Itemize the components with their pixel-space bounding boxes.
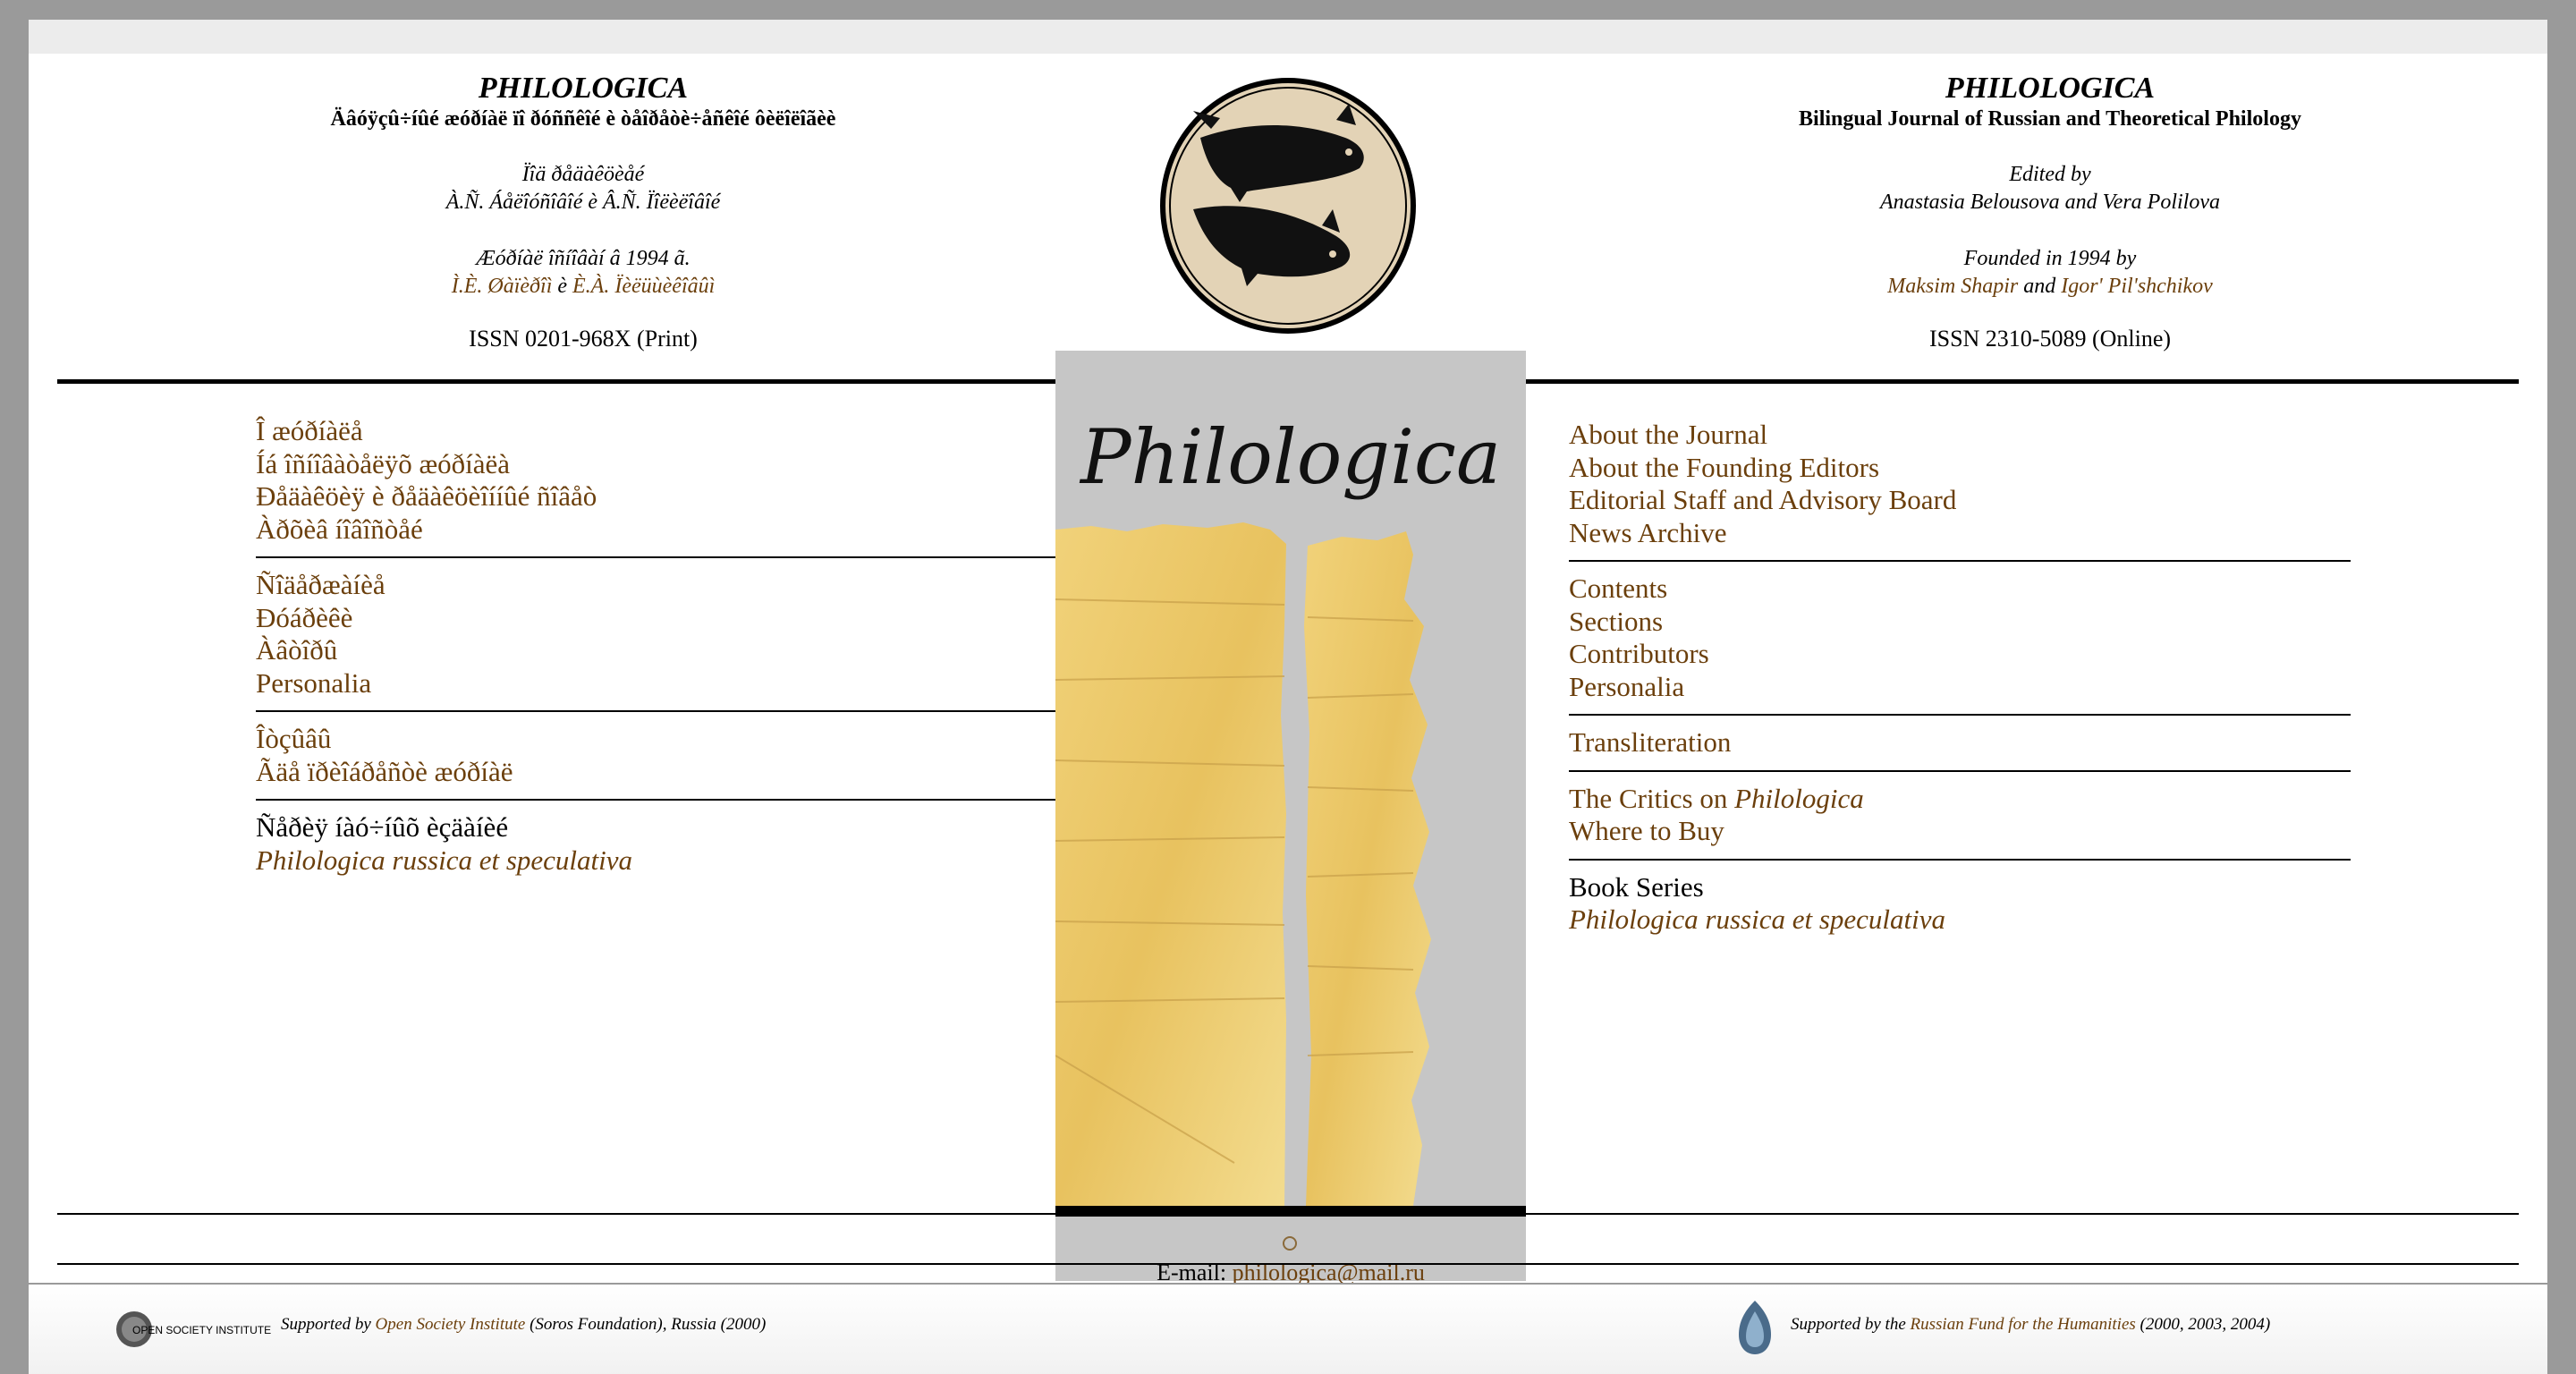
left-and: è xyxy=(557,275,568,298)
papyrus-image xyxy=(1055,522,1431,1206)
left-journal-subtitle: Äâóÿçû÷íûé æóðíàë ïî ðóññêîé è òåîðåòè÷å… xyxy=(330,107,836,131)
dolphins-logo-icon xyxy=(1160,78,1416,334)
right-menu-group-1: About the Journal About the Founding Edi… xyxy=(1569,419,2351,560)
critics-journal-name: Philologica xyxy=(1734,782,1864,814)
book-series-label: Book Series xyxy=(1569,870,1704,903)
right-menu-divider xyxy=(1569,714,2351,716)
right-founder1-link[interactable]: Maksim Shapir xyxy=(1887,275,2018,298)
book-series-link[interactable]: Philologica russica et speculativa xyxy=(1569,903,2351,937)
right-menu-item[interactable]: About the Founding Editors xyxy=(1569,452,2351,485)
top-bar xyxy=(29,20,2547,54)
critics-prefix: The Critics on xyxy=(1569,782,1735,814)
left-menu-item[interactable]: Personalia xyxy=(256,667,1055,700)
left-header: PHILOLOGICA Äâóÿçû÷íûé æóðíàë ïî ðóññêîé… xyxy=(154,54,1013,352)
left-menu-item[interactable]: Ñîäåðæàíèå xyxy=(256,569,1055,602)
right-header: PHILOLOGICA Bilingual Journal of Russian… xyxy=(1621,54,2479,352)
rfh-suffix: (2000, 2003, 2004) xyxy=(2135,1315,2271,1334)
right-menu-item[interactable]: Transliteration xyxy=(1569,726,2351,759)
critics-link[interactable]: The Critics on Philologica xyxy=(1569,783,2351,816)
right-menu-group-3: Transliteration xyxy=(1569,726,2351,770)
left-menu-item[interactable]: Íá îñíîâàòåëÿõ æóðíàëà xyxy=(256,448,1055,481)
right-menu-item[interactable]: Sections xyxy=(1569,606,2351,639)
cover-title: Philologica xyxy=(1080,413,1502,501)
left-issn: ISSN 0201-968X (Print) xyxy=(469,326,698,352)
right-journal-title: PHILOLOGICA xyxy=(1945,72,2156,105)
right-menu-divider xyxy=(1569,769,2351,772)
right-menu-group-5: Book Series Philologica russica et specu… xyxy=(1569,871,2351,947)
left-menu-item[interactable]: Ðåäàêöèÿ è ðåäàêöèîííûé ñîâåò xyxy=(256,480,1055,513)
left-menu-group-2: Ñîäåðæàíèå Ðóáðèêè Àâòîðû Personalia xyxy=(256,569,1055,710)
left-menu-item[interactable]: Îòçûâû xyxy=(256,723,1055,756)
journal-cover: Philologica E-mail: philologica@mail.ru xyxy=(1055,351,1526,1285)
footer: OPEN SOCIETY INSTITUTE Supported by Open… xyxy=(29,1283,2547,1374)
left-menu-group-1: Î æóðíàëå Íá îñíîâàòåëÿõ æóðíàëà Ðåäàêöè… xyxy=(256,415,1055,556)
right-founders: Maksim Shapir and Igor' Pil'shchikov xyxy=(1621,273,2479,301)
osi-suffix: (Soros Foundation), Russia (2000) xyxy=(525,1315,767,1334)
rfh-link[interactable]: Russian Fund for the Humanities xyxy=(1911,1315,2136,1334)
osi-prefix: Supported by xyxy=(281,1315,376,1334)
right-menu-group-2: Contents Sections Contributors Personali… xyxy=(1569,572,2351,714)
left-menu-divider xyxy=(256,710,1055,712)
right-founder2-link[interactable]: Igor' Pil'shchikov xyxy=(2061,275,2213,298)
cover-bar xyxy=(1055,1206,1526,1217)
right-menu-divider xyxy=(1569,858,2351,861)
where-to-buy-link[interactable]: Where to Buy xyxy=(1569,815,2351,848)
right-menu: About the Journal About the Founding Edi… xyxy=(1569,419,2351,947)
osi-link[interactable]: Open Society Institute xyxy=(376,1315,526,1334)
left-founders: Ì.È. Øàïèðîì è È.À. Ïèëüùèêîâûì xyxy=(154,273,1013,301)
bottom-divider-1 xyxy=(57,1213,2519,1215)
left-menu-item[interactable]: Ðóáðèêè xyxy=(256,602,1055,635)
left-founded: Æóðíàë îñíîâàí â 1994 ã. xyxy=(476,247,691,270)
left-menu-divider xyxy=(256,799,1055,801)
left-editors: À.Ñ. Áåëîóñîâîé è Â.Ñ. Ïîëèëîâîé xyxy=(445,191,721,214)
left-founder2-link[interactable]: È.À. Ïèëüùèêîâûì xyxy=(572,275,715,298)
right-menu-divider xyxy=(1569,560,2351,562)
left-book-series-link[interactable]: Philologica russica et speculativa xyxy=(256,844,1055,878)
open-society-institute-logo-icon: OPEN SOCIETY INSTITUTE xyxy=(116,1311,271,1347)
left-menu-item[interactable]: Î æóðíàëå xyxy=(256,415,1055,448)
right-issn: ISSN 2310-5089 (Online) xyxy=(1928,326,2172,352)
left-menu-item[interactable]: Àðõèâ íîâîñòåé xyxy=(256,513,1055,547)
russian-fund-humanities-logo-icon xyxy=(1739,1301,1771,1354)
left-edited-by: Ïîä ðåäàêöèåé xyxy=(521,163,645,186)
left-journal-title: PHILOLOGICA xyxy=(478,72,689,105)
right-menu-group-4: The Critics on Philologica Where to Buy xyxy=(1569,783,2351,859)
rfh-prefix: Supported by the xyxy=(1791,1315,1911,1334)
right-menu-item[interactable]: Contributors xyxy=(1569,638,2351,671)
right-and: and xyxy=(2023,275,2056,298)
bottom-divider-2 xyxy=(57,1263,2519,1265)
right-edited-by: Edited by xyxy=(2009,163,2091,186)
right-editors: Anastasia Belousova and Vera Polilova xyxy=(1880,191,2220,214)
left-menu-item[interactable]: Ãäå ïðèîáðåñòè æóðíàë xyxy=(256,756,1055,789)
right-menu-item[interactable]: News Archive xyxy=(1569,517,2351,550)
left-menu-divider xyxy=(256,556,1055,558)
osi-support-note: Supported by Open Society Institute (Sor… xyxy=(281,1315,766,1335)
right-menu-item[interactable]: About the Journal xyxy=(1569,419,2351,452)
right-menu-item[interactable]: Contents xyxy=(1569,572,2351,606)
right-menu-item[interactable]: Editorial Staff and Advisory Board xyxy=(1569,484,2351,517)
left-menu-group-4: Ñåðèÿ íàó÷íûõ èçäàíèé Philologica russic… xyxy=(256,811,1055,887)
left-menu-group-3: Îòçûâû Ãäå ïðèîáðåñòè æóðíàë xyxy=(256,723,1055,799)
right-journal-subtitle: Bilingual Journal of Russian and Theoret… xyxy=(1799,107,2301,131)
circle-icon xyxy=(1283,1236,1297,1251)
page: PHILOLOGICA Äâóÿçû÷íûé æóðíàë ïî ðóññêîé… xyxy=(29,20,2547,1374)
left-book-series-label: Ñåðèÿ íàó÷íûõ èçäàíèé xyxy=(256,811,509,843)
osi-logo-text: OPEN SOCIETY INSTITUTE xyxy=(132,1324,271,1336)
right-menu-item[interactable]: Personalia xyxy=(1569,671,2351,704)
left-menu-item[interactable]: Àâòîðû xyxy=(256,634,1055,667)
left-founder1-link[interactable]: Ì.È. Øàïèðîì xyxy=(452,275,553,298)
left-menu: Î æóðíàëå Íá îñíîâàòåëÿõ æóðíàëà Ðåäàêöè… xyxy=(256,415,1055,887)
rfh-support-note: Supported by the Russian Fund for the Hu… xyxy=(1791,1315,2270,1335)
right-founded: Founded in 1994 by xyxy=(1963,247,2137,270)
